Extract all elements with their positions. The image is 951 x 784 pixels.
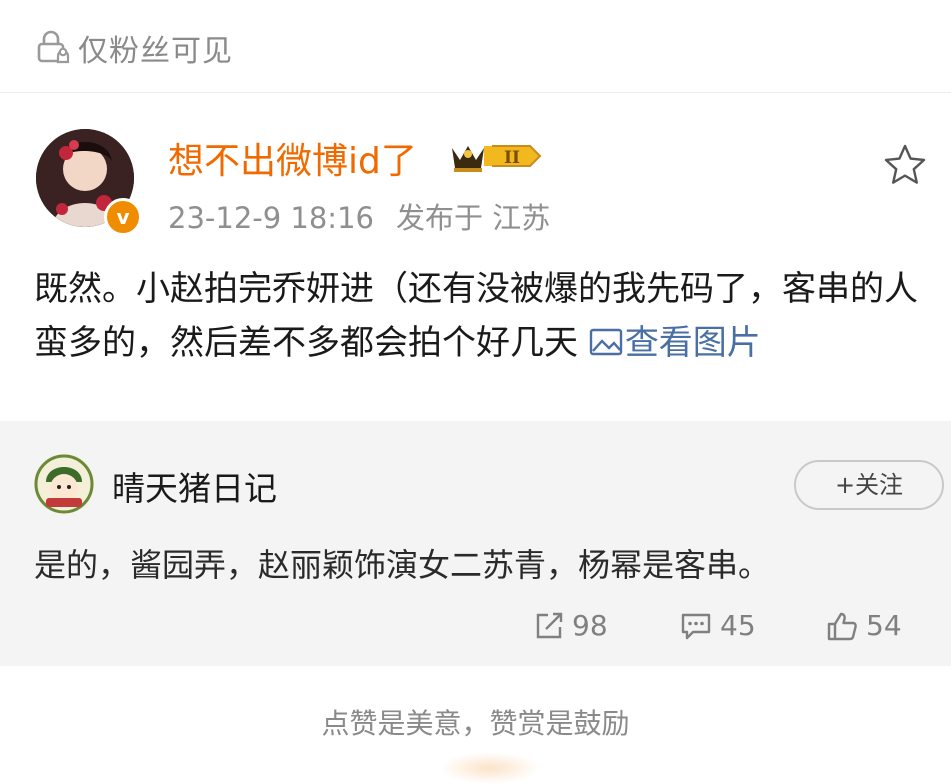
view-image-link[interactable]: 查看图片 bbox=[589, 323, 761, 363]
svg-text:II: II bbox=[504, 148, 520, 168]
like-count: 54 bbox=[866, 609, 902, 642]
commenter-avatar[interactable] bbox=[34, 454, 94, 514]
divider bbox=[0, 92, 951, 93]
follow-button[interactable]: +关注 bbox=[794, 460, 944, 510]
vip-crown-icon[interactable]: II bbox=[448, 138, 544, 174]
post-body: 既然。小赵拍完乔妍进（还有没被爆的我先码了，客串的人蛮多的，然后差不多都会拍个好… bbox=[34, 262, 934, 370]
author-name[interactable]: 想不出微博id了 bbox=[168, 132, 417, 184]
star-icon[interactable] bbox=[882, 142, 928, 188]
image-icon bbox=[589, 328, 623, 356]
repost-icon bbox=[536, 612, 563, 639]
post-meta: 23-12-9 18:16 发布于 江苏 bbox=[168, 195, 550, 237]
post-location: 发布于 江苏 bbox=[395, 201, 551, 235]
verified-v-icon: v bbox=[104, 198, 142, 236]
visibility-bar: 仅粉丝可见 bbox=[0, 0, 951, 92]
like-button[interactable]: 54 bbox=[826, 607, 916, 647]
comment-count: 45 bbox=[720, 609, 756, 642]
repost-count: 98 bbox=[572, 609, 608, 642]
reward-glow bbox=[440, 752, 540, 784]
thumbs-up-icon bbox=[827, 612, 857, 641]
comment-text: 是的，酱园弄，赵丽颖饰演女二苏青，杨幂是客串。 bbox=[34, 546, 771, 584]
post-text: 既然。小赵拍完乔妍进（还有没被爆的我先码了，客串的人蛮多的，然后差不多都会拍个好… bbox=[34, 269, 918, 363]
visibility-label: 仅粉丝可见 bbox=[78, 34, 233, 69]
comment-icon bbox=[681, 613, 711, 640]
lock-icon bbox=[37, 30, 70, 64]
view-image-label[interactable]: 查看图片 bbox=[625, 323, 761, 363]
weibo-post-page: 仅粉丝可见 v 想不出微博id了 II 23-12-9 18:16 发布于 江苏 … bbox=[0, 0, 951, 784]
commenter-name[interactable]: 晴天猪日记 bbox=[112, 462, 277, 510]
repost-button[interactable]: 98 bbox=[534, 607, 624, 647]
commenter-avatar-image bbox=[34, 454, 94, 514]
comment-button[interactable]: 45 bbox=[680, 607, 770, 647]
footer-note: 点赞是美意，赞赏是鼓励 bbox=[321, 707, 630, 740]
post-timestamp: 23-12-9 18:16 bbox=[168, 201, 374, 235]
